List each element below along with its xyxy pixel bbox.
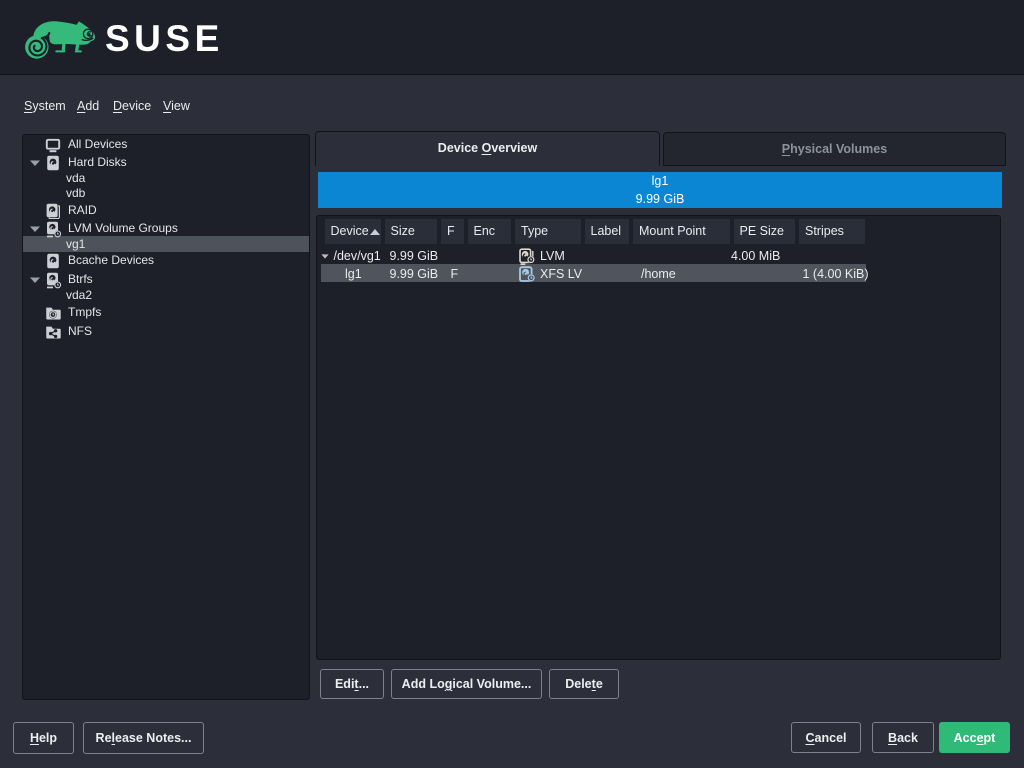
- svg-text:SUSE: SUSE: [105, 18, 224, 59]
